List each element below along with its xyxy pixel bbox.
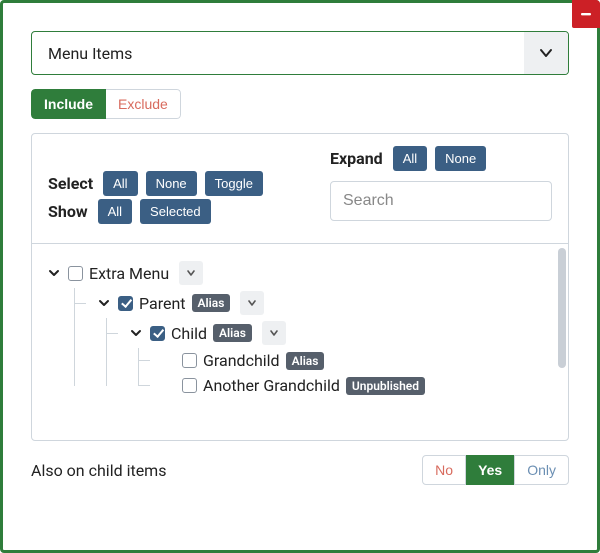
expand-none-button[interactable]: None (435, 146, 486, 171)
node-menu-button[interactable] (179, 261, 203, 285)
tree-node-label: Child (171, 324, 207, 343)
status-badge: Alias (286, 352, 325, 370)
child-items-label: Also on child items (31, 461, 166, 480)
checkbox[interactable] (182, 378, 197, 393)
status-badge: Alias (213, 324, 252, 342)
tree-node: Another Grandchild Unpublished (138, 373, 552, 398)
tree-node: Extra Menu (46, 258, 552, 398)
scrollbar-thumb[interactable] (558, 248, 566, 368)
tree-node: Grandchild Alias (138, 348, 552, 373)
tree-node-label: Another Grandchild (203, 376, 340, 395)
expand-all-button[interactable]: All (393, 146, 427, 171)
node-menu-button[interactable] (262, 321, 286, 345)
node-menu-button[interactable] (240, 291, 264, 315)
show-label: Show (48, 202, 88, 221)
show-controls: Show All Selected (48, 191, 300, 231)
assignment-panel: Menu Items Include Exclude Select All No… (0, 0, 600, 553)
status-badge: Alias (192, 294, 231, 312)
checkbox[interactable] (68, 266, 83, 281)
type-dropdown-label: Menu Items (32, 44, 148, 63)
tree-node: Child Alias (106, 318, 552, 398)
checkbox[interactable] (182, 353, 197, 368)
show-selected-button[interactable]: Selected (140, 199, 211, 224)
expand-label: Expand (330, 149, 383, 168)
chevron-down-icon (524, 32, 568, 74)
tree-node-label: Parent (139, 294, 186, 313)
tree-node-label: Grandchild (203, 351, 280, 370)
child-items-row: Also on child items No Yes Only (31, 455, 569, 485)
chevron-down-icon[interactable] (128, 325, 144, 341)
tree-node: Parent Alias (74, 288, 552, 398)
search-input[interactable] (330, 181, 552, 221)
selection-panel: Select All None Toggle Expand All None S… (31, 133, 569, 441)
include-button[interactable]: Include (31, 89, 106, 119)
status-badge: Unpublished (346, 377, 425, 395)
exclude-button[interactable]: Exclude (106, 89, 181, 119)
checkbox[interactable] (118, 296, 133, 311)
checkbox[interactable] (150, 326, 165, 341)
child-items-yes[interactable]: Yes (466, 455, 514, 485)
menu-tree: Extra Menu (32, 244, 568, 440)
chevron-down-icon[interactable] (96, 295, 112, 311)
expand-controls: Expand All None (330, 146, 486, 171)
child-items-segment: No Yes Only (422, 455, 569, 485)
show-all-button[interactable]: All (98, 199, 132, 224)
tree-node-label: Extra Menu (89, 264, 169, 283)
chevron-down-icon[interactable] (46, 265, 62, 281)
child-items-no[interactable]: No (422, 455, 466, 485)
child-items-only[interactable]: Only (514, 455, 569, 485)
type-dropdown[interactable]: Menu Items (31, 31, 569, 75)
remove-button[interactable] (572, 0, 600, 28)
include-exclude-segment: Include Exclude (31, 89, 181, 119)
